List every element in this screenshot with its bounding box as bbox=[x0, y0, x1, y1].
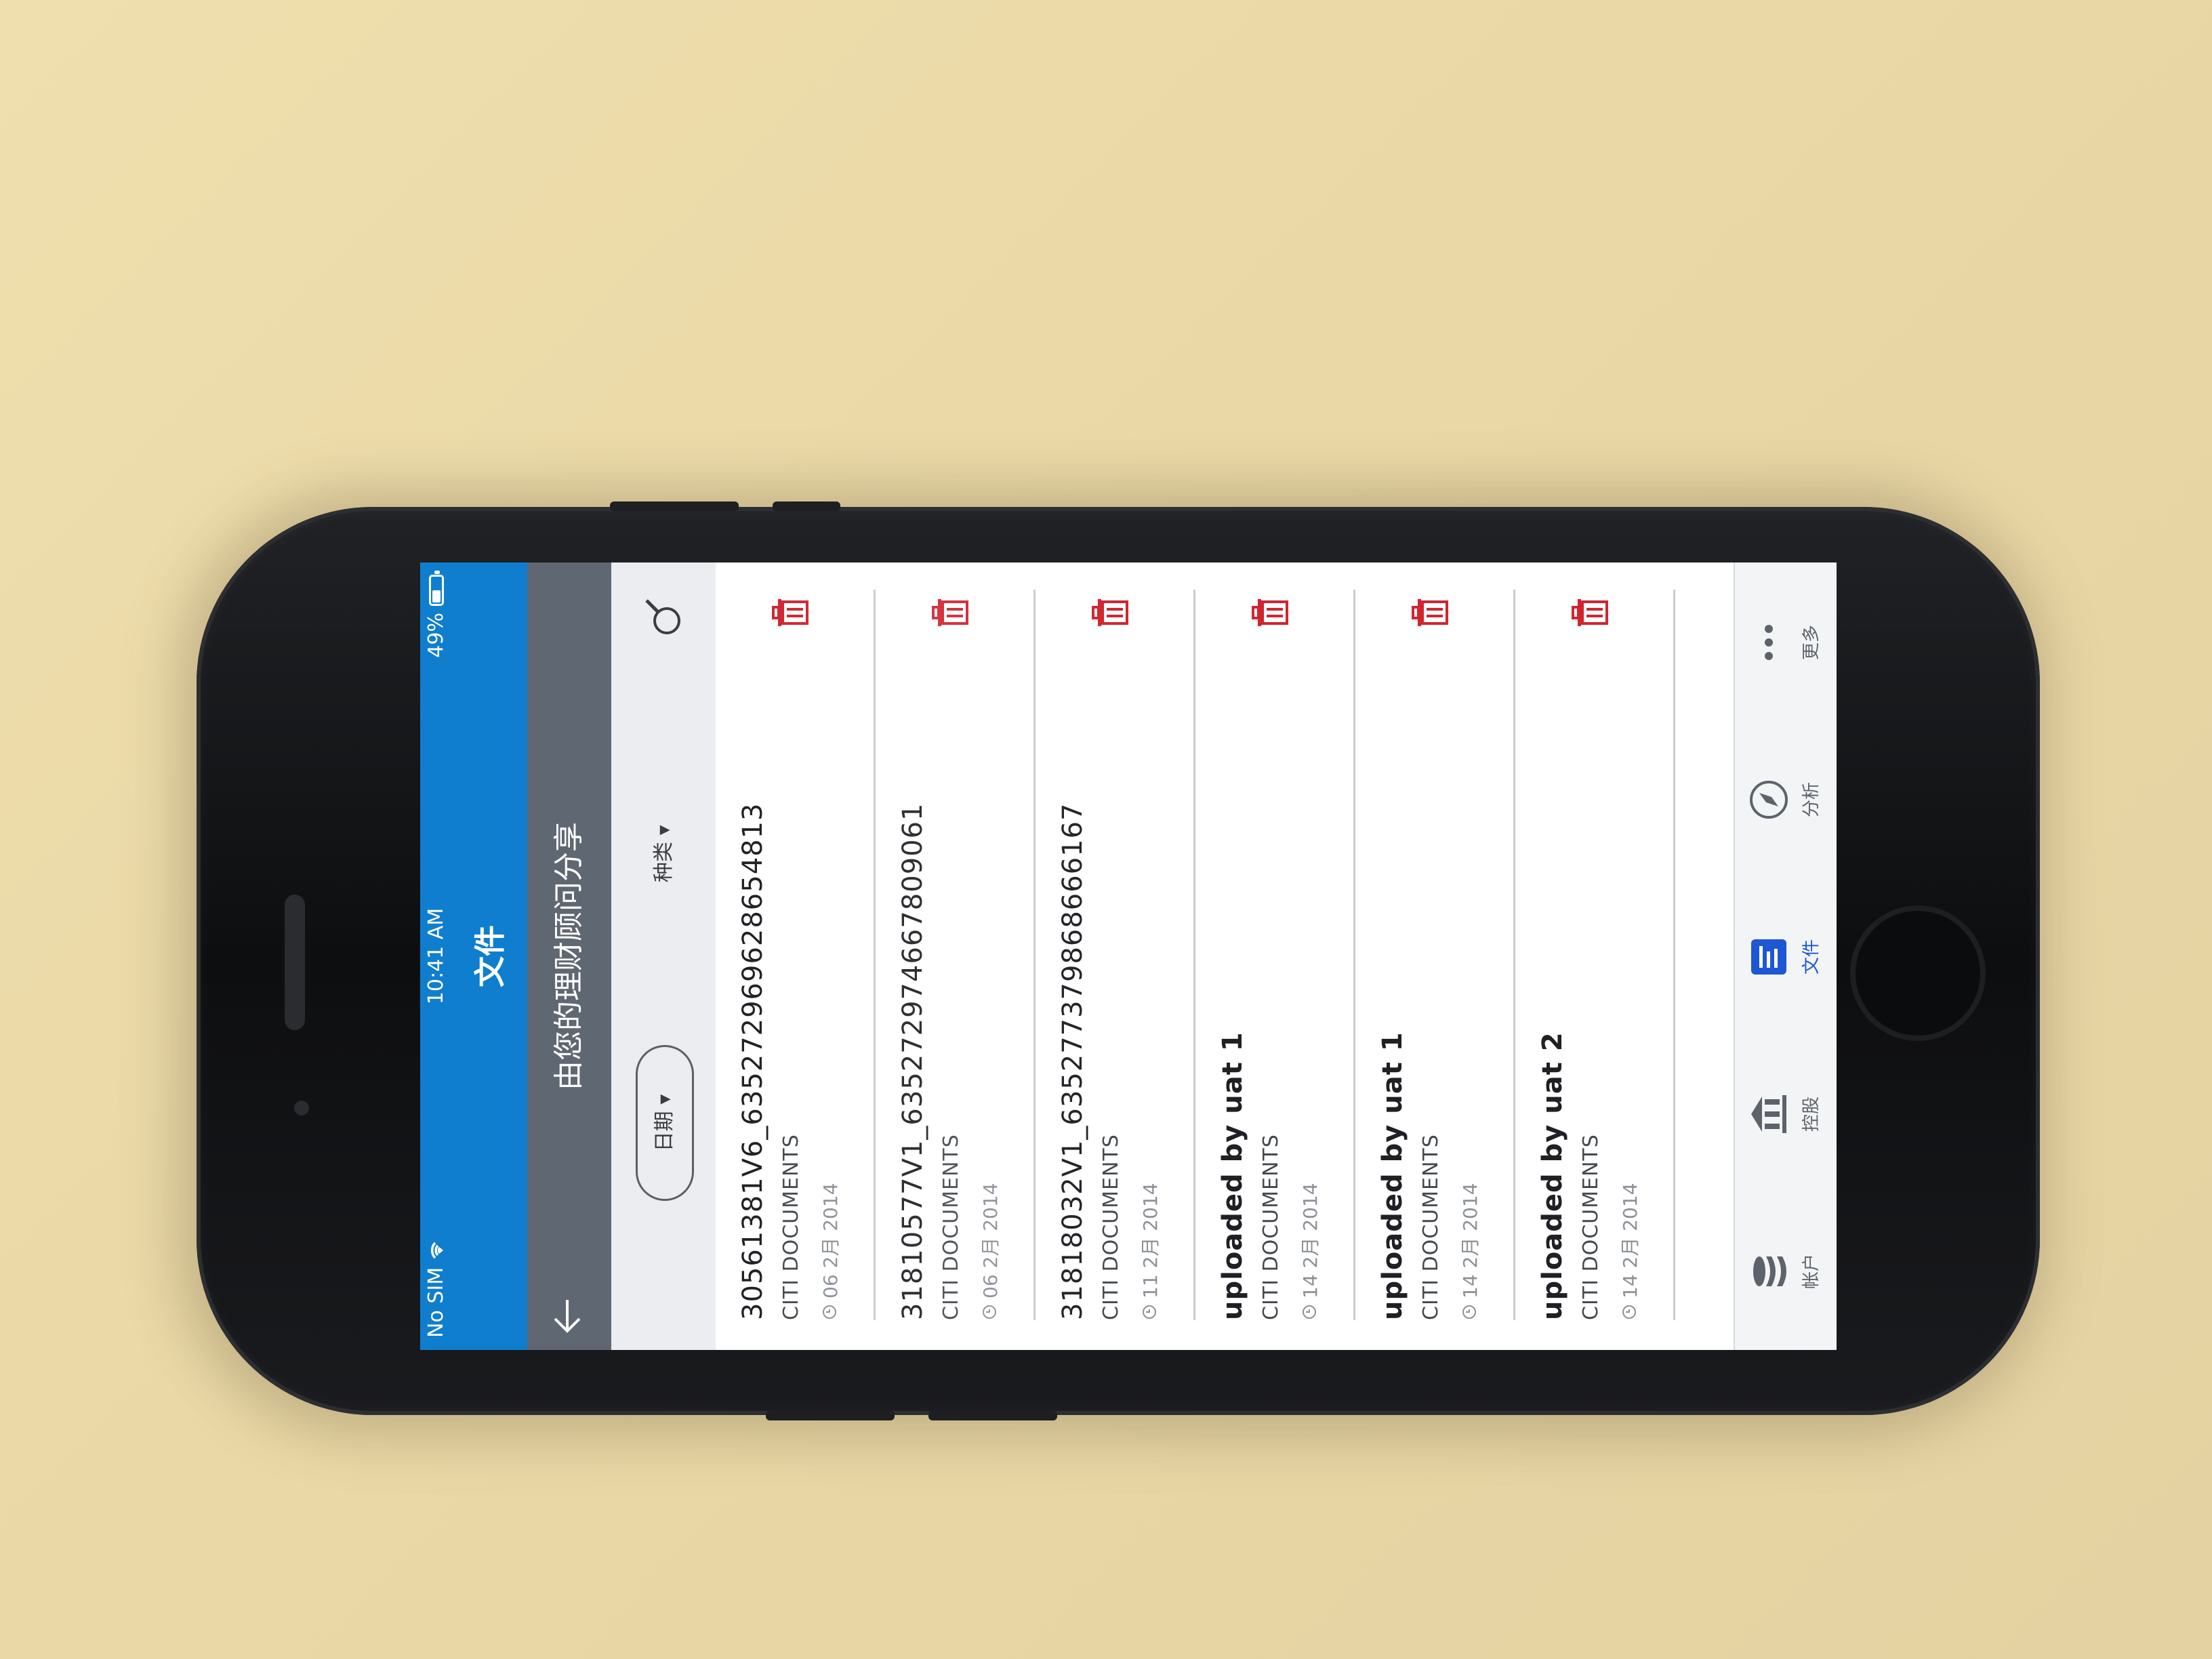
front-camera bbox=[294, 1101, 309, 1115]
trash-icon[interactable] bbox=[1250, 595, 1290, 630]
document-source: CITI DOCUMENTS bbox=[1259, 1134, 1283, 1320]
tab-more-dots[interactable]: 更多 bbox=[1744, 564, 1822, 721]
trash-icon[interactable] bbox=[930, 595, 970, 630]
document-row[interactable]: 31810577V1_635272974667809061 CITI DOCUME… bbox=[876, 590, 1036, 1320]
document-row[interactable]: uploaded by uat 1 CITI DOCUMENTS 14 2月 201… bbox=[1355, 590, 1515, 1320]
document-date: 06 2月 2014 bbox=[819, 1183, 842, 1298]
document-date-row: 11 2月 2014 bbox=[1136, 1183, 1163, 1320]
battery-percent: 49% bbox=[424, 613, 448, 658]
clock-icon bbox=[983, 1305, 996, 1319]
clock-icon bbox=[1462, 1305, 1476, 1319]
tab-label: 更多 bbox=[1801, 625, 1822, 661]
document-date-row: 14 2月 2014 bbox=[1296, 1183, 1323, 1320]
document-row[interactable]: uploaded by uat 2 CITI DOCUMENTS 14 2月 201… bbox=[1515, 590, 1675, 1320]
mute-switch bbox=[773, 501, 840, 511]
document-name: uploaded by uat 1 bbox=[1377, 1031, 1408, 1320]
search-icon[interactable] bbox=[637, 590, 691, 644]
document-date-row: 14 2月 2014 bbox=[1616, 1183, 1643, 1320]
document-row[interactable]: 31818032V1_635277379868666167 CITI DOCUME… bbox=[1036, 590, 1195, 1320]
trash-icon[interactable] bbox=[1090, 595, 1130, 630]
tab-compass[interactable]: 分析 bbox=[1744, 721, 1822, 878]
trash-icon[interactable] bbox=[1570, 595, 1610, 630]
more-dots-icon bbox=[1765, 625, 1773, 660]
tab-label: 分析 bbox=[1801, 782, 1822, 818]
tab-document-list[interactable]: 文件 bbox=[1744, 878, 1822, 1036]
app-screen: No SIM 10:41 AM 49% 文件 由您的理财顾问分享 日期 ▾ 种类… bbox=[420, 562, 1837, 1350]
status-bar: No SIM 10:41 AM 49% bbox=[420, 562, 453, 1350]
document-source: CITI DOCUMENTS bbox=[939, 1134, 963, 1320]
document-date: 11 2月 2014 bbox=[1139, 1183, 1162, 1298]
battery-info: 49% bbox=[424, 575, 448, 658]
tab-label: 帐户 bbox=[1801, 1254, 1822, 1290]
document-date: 14 2月 2014 bbox=[1619, 1183, 1641, 1298]
document-source: CITI DOCUMENTS bbox=[1419, 1134, 1443, 1320]
compass-icon bbox=[1750, 781, 1788, 819]
document-date: 06 2月 2014 bbox=[979, 1183, 1002, 1298]
document-date: 14 2月 2014 bbox=[1459, 1183, 1481, 1298]
document-date-row: 06 2月 2014 bbox=[816, 1183, 843, 1320]
document-date-row: 14 2月 2014 bbox=[1456, 1183, 1483, 1320]
date-filter-button[interactable]: 日期 ▾ bbox=[636, 1045, 694, 1201]
filter-bar: 日期 ▾ 种类 ▾ bbox=[611, 562, 716, 1350]
sub-header: 由您的理财顾问分享 bbox=[527, 562, 611, 1350]
document-list: 30561381V6_635272969628654813 CITI DOCUME… bbox=[716, 562, 1675, 1350]
status-time: 10:41 AM bbox=[424, 907, 448, 1005]
battery-icon bbox=[428, 575, 444, 606]
document-row[interactable]: 30561381V6_635272969628654813 CITI DOCUME… bbox=[716, 590, 876, 1320]
bottom-tab-bar: 帐户 控股 文件 分析 更多 bbox=[1734, 562, 1837, 1350]
trash-icon[interactable] bbox=[770, 595, 811, 630]
document-name: 31818032V1_635277379868666167 bbox=[1057, 802, 1088, 1321]
tab-label: 文件 bbox=[1801, 939, 1822, 975]
coins-stack-icon bbox=[1753, 1256, 1786, 1286]
document-source: CITI DOCUMENTS bbox=[1099, 1134, 1123, 1320]
volume-up-button bbox=[610, 501, 739, 511]
document-row[interactable]: uploaded by uat 1 CITI DOCUMENTS 14 2月 201… bbox=[1195, 590, 1355, 1320]
document-name: uploaded by uat 1 bbox=[1217, 1031, 1248, 1320]
clock-icon bbox=[1303, 1305, 1316, 1319]
document-name: uploaded by uat 2 bbox=[1537, 1031, 1568, 1320]
document-source: CITI DOCUMENTS bbox=[779, 1134, 803, 1320]
document-name: 30561381V6_635272969628654813 bbox=[737, 802, 769, 1321]
earpiece bbox=[285, 895, 305, 1030]
tab-label: 控股 bbox=[1801, 1097, 1822, 1132]
shared-by-advisor-title: 由您的理财顾问分享 bbox=[552, 822, 586, 1090]
bank-building-icon bbox=[1751, 1095, 1786, 1133]
volume-down-button bbox=[928, 1411, 1057, 1420]
clock-icon bbox=[1143, 1305, 1156, 1319]
tab-bank-building[interactable]: 控股 bbox=[1744, 1036, 1822, 1193]
document-list-icon bbox=[1751, 939, 1786, 975]
trash-icon[interactable] bbox=[1410, 595, 1450, 630]
page-title: 文件 bbox=[453, 562, 527, 1350]
document-name: 31810577V1_635272974667809061 bbox=[897, 802, 928, 1321]
battery-fill bbox=[432, 590, 441, 602]
phone-screen: No SIM 10:41 AM 49% 文件 由您的理财顾问分享 日期 ▾ 种类… bbox=[420, 562, 1837, 1350]
clock-icon bbox=[1622, 1305, 1636, 1319]
tab-coins-stack[interactable]: 帐户 bbox=[1744, 1193, 1822, 1350]
home-button[interactable] bbox=[1850, 905, 1986, 1041]
clock-icon bbox=[823, 1305, 836, 1319]
document-source: CITI DOCUMENTS bbox=[1579, 1134, 1603, 1320]
power-button bbox=[766, 1411, 895, 1420]
document-date: 14 2月 2014 bbox=[1299, 1183, 1322, 1298]
document-date-row: 06 2月 2014 bbox=[976, 1183, 1003, 1320]
type-filter-button[interactable]: 种类 ▾ bbox=[647, 825, 676, 882]
